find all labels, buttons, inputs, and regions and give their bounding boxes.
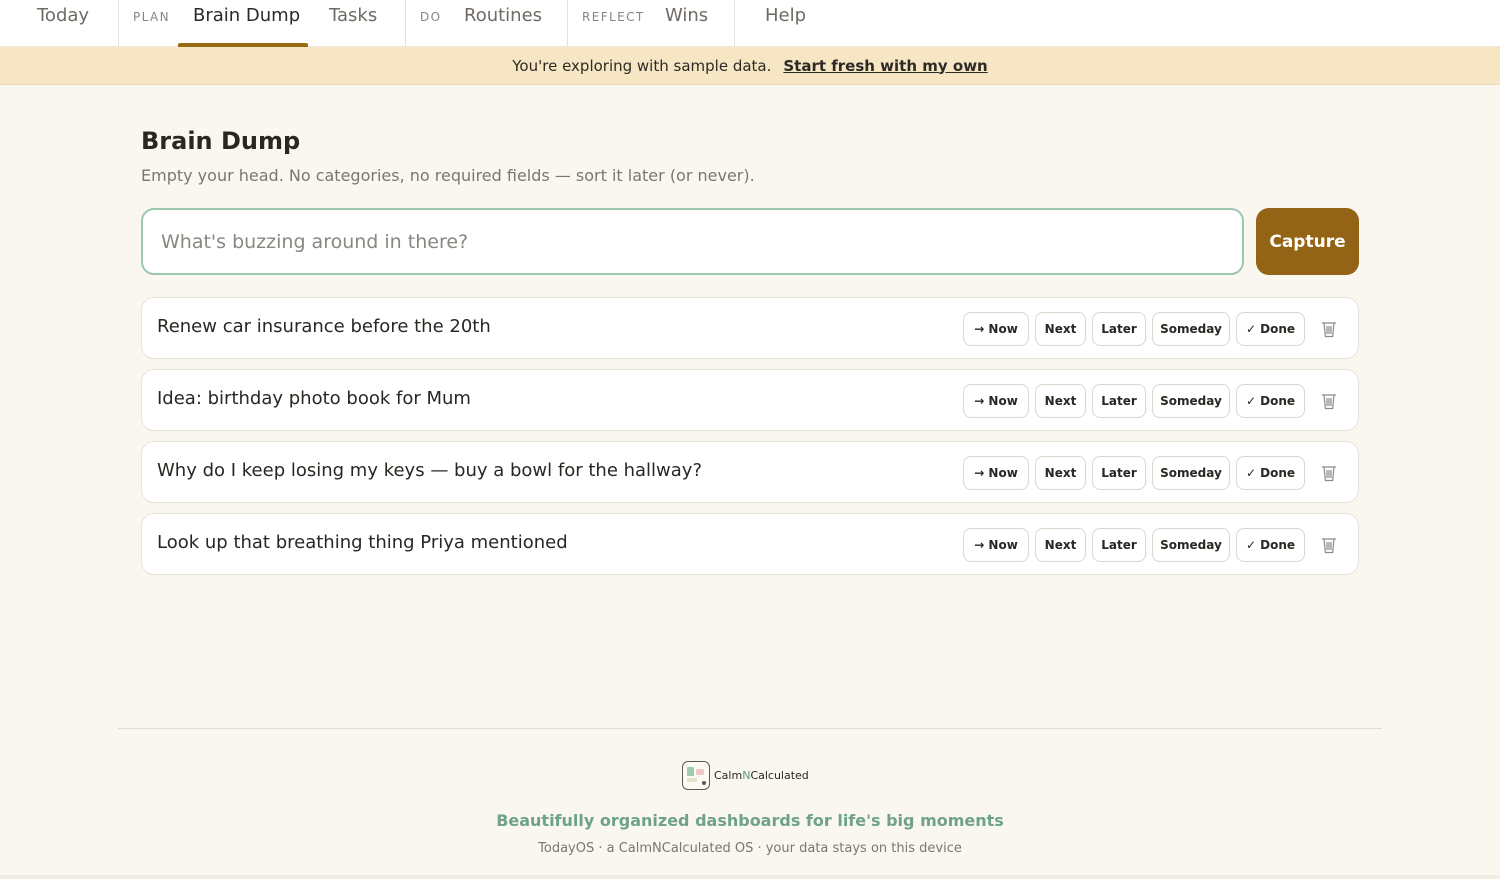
item-actions: → Now Next Later Someday ✓ Done [963,384,1339,418]
trash-icon[interactable] [1319,535,1339,555]
brand-name: CalmNCalculated [714,769,809,782]
move-to-now-button[interactable]: → Now [963,528,1029,562]
item-actions: → Now Next Later Someday ✓ Done [963,528,1339,562]
item-text: Why do I keep losing my keys — buy a bow… [157,460,703,481]
tab-brain-dump[interactable]: Brain Dump [193,5,300,26]
nav-divider [734,0,735,47]
nav-group-reflect-label: REFLECT [582,10,645,24]
brain-dump-list: Renew car insurance before the 20th → No… [141,297,1359,585]
footer-tagline: Beautifully organized dashboards for lif… [496,811,1004,830]
brain-dump-item: Look up that breathing thing Priya menti… [141,513,1359,575]
move-to-next-button[interactable]: Next [1035,528,1086,562]
trash-icon[interactable] [1319,463,1339,483]
nav-divider [405,0,406,47]
capture-button[interactable]: Capture [1256,208,1359,275]
mark-done-button[interactable]: ✓ Done [1236,384,1305,418]
move-to-someday-button[interactable]: Someday [1152,384,1230,418]
brand-lockup: CalmNCalculated [682,760,809,790]
tab-today[interactable]: Today [37,5,89,26]
move-to-someday-button[interactable]: Someday [1152,528,1230,562]
page-subtitle: Empty your head. No categories, no requi… [141,166,755,185]
brain-dump-item: Renew car insurance before the 20th → No… [141,297,1359,359]
footer-note: TodayOS · a CalmNCalculated OS · your da… [538,841,962,856]
tab-wins[interactable]: Wins [665,5,708,26]
nav-group-plan-label: PLAN [133,10,170,24]
move-to-now-button[interactable]: → Now [963,456,1029,490]
bottom-edge [0,875,1500,879]
brain-dump-item: Idea: birthday photo book for Mum → Now … [141,369,1359,431]
trash-icon[interactable] [1319,391,1339,411]
move-to-later-button[interactable]: Later [1092,384,1146,418]
move-to-next-button[interactable]: Next [1035,384,1086,418]
brain-dump-item: Why do I keep losing my keys — buy a bow… [141,441,1359,503]
brand-name-part: Calm [714,768,743,782]
move-to-next-button[interactable]: Next [1035,312,1086,346]
calmncalculated-logo-icon [682,760,710,790]
move-to-now-button[interactable]: → Now [963,384,1029,418]
brand-name-part: Calculated [750,768,809,782]
sample-data-banner: You're exploring with sample data. Start… [0,47,1500,85]
tab-routines[interactable]: Routines [464,5,542,26]
item-text: Idea: birthday photo book for Mum [157,388,471,409]
item-text: Renew car insurance before the 20th [157,316,491,337]
trash-icon[interactable] [1319,319,1339,339]
mark-done-button[interactable]: ✓ Done [1236,528,1305,562]
move-to-later-button[interactable]: Later [1092,528,1146,562]
page-title: Brain Dump [141,127,301,155]
tab-tasks[interactable]: Tasks [329,5,377,26]
item-text: Look up that breathing thing Priya menti… [157,532,568,553]
move-to-now-button[interactable]: → Now [963,312,1029,346]
nav-divider [567,0,568,47]
move-to-later-button[interactable]: Later [1092,456,1146,490]
move-to-next-button[interactable]: Next [1035,456,1086,490]
start-fresh-link[interactable]: Start fresh with my own [783,57,987,75]
move-to-someday-button[interactable]: Someday [1152,456,1230,490]
nav-group-do-label: DO [420,10,442,24]
tab-help[interactable]: Help [765,5,806,26]
banner-message: You're exploring with sample data. [512,56,772,75]
move-to-someday-button[interactable]: Someday [1152,312,1230,346]
nav-divider [118,0,119,47]
footer-divider [118,728,1382,729]
item-actions: → Now Next Later Someday ✓ Done [963,456,1339,490]
brain-dump-input[interactable] [141,208,1244,275]
mark-done-button[interactable]: ✓ Done [1236,456,1305,490]
item-actions: → Now Next Later Someday ✓ Done [963,312,1339,346]
move-to-later-button[interactable]: Later [1092,312,1146,346]
top-nav: Today PLAN Brain Dump Tasks DO Routines … [0,0,1500,47]
mark-done-button[interactable]: ✓ Done [1236,312,1305,346]
